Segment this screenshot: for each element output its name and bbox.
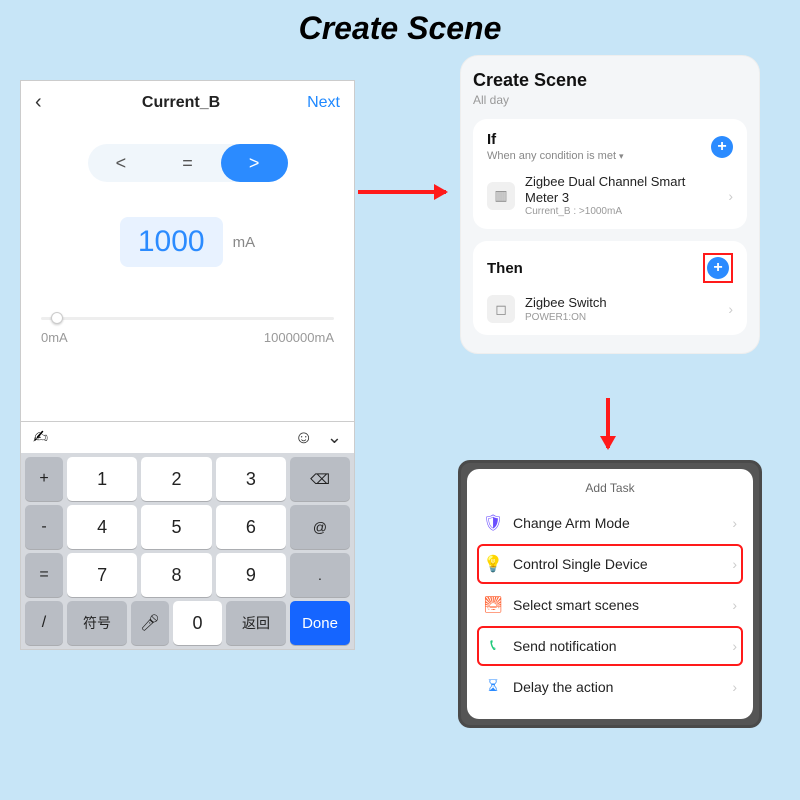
key-9[interactable]: 9 bbox=[216, 553, 286, 597]
key-symbols[interactable]: 符号 bbox=[67, 601, 127, 645]
condition-device-state: Current_B : >1000mA bbox=[525, 206, 718, 217]
action-device-state: POWER1:ON bbox=[525, 312, 718, 323]
key-return[interactable]: 返回 bbox=[226, 601, 286, 645]
add-task-title: Add Task bbox=[477, 481, 743, 495]
value-slider[interactable] bbox=[41, 317, 334, 320]
add-action-highlight: + bbox=[703, 253, 733, 283]
meter-icon: ▥ bbox=[487, 182, 515, 210]
add-action-button[interactable]: + bbox=[707, 257, 729, 279]
key-plus[interactable]: + bbox=[25, 457, 63, 501]
next-button[interactable]: Next bbox=[307, 94, 340, 112]
chevron-right-icon: › bbox=[728, 301, 733, 317]
arrow-step2-to-step3 bbox=[606, 398, 610, 448]
key-3[interactable]: 3 bbox=[216, 457, 286, 501]
condition-title: Current_B bbox=[142, 94, 220, 112]
shield-icon: 🛡 bbox=[483, 513, 503, 533]
chevron-right-icon: › bbox=[732, 597, 737, 613]
numeric-keyboard: + 1 2 3 ⌫ - 4 5 6 @ = 7 8 9 . / 符号 🎤︎ 0 … bbox=[21, 453, 354, 649]
chevron-right-icon: › bbox=[728, 188, 733, 204]
add-task-panel: Add Task 🛡 Change Arm Mode › 💡 Control S… bbox=[458, 460, 762, 728]
value-input[interactable]: 1000 bbox=[120, 217, 223, 267]
if-heading: If bbox=[487, 131, 624, 148]
key-8[interactable]: 8 bbox=[141, 553, 211, 597]
key-equals[interactable]: = bbox=[25, 553, 63, 597]
condition-mode-dropdown[interactable]: When any condition is met ▾ bbox=[487, 150, 624, 162]
action-item[interactable]: ◻ Zigbee Switch POWER1:ON › bbox=[487, 295, 733, 323]
scene-title: Create Scene bbox=[473, 70, 747, 91]
key-0[interactable]: 0 bbox=[173, 601, 222, 645]
scene-builder-panel: Create Scene All day If When any conditi… bbox=[460, 55, 760, 354]
collapse-keyboard-icon[interactable]: ⌄ bbox=[327, 427, 342, 448]
bulb-icon: 💡 bbox=[483, 554, 503, 574]
page-title: Create Scene bbox=[0, 10, 800, 47]
handwriting-icon[interactable]: ✍︎ bbox=[33, 427, 48, 448]
condition-device-name: Zigbee Dual Channel Smart Meter 3 bbox=[525, 174, 718, 205]
then-card: Then + ◻ Zigbee Switch POWER1:ON › bbox=[473, 241, 747, 335]
emoji-icon[interactable]: ☺ bbox=[295, 427, 313, 448]
then-heading: Then bbox=[487, 260, 523, 277]
task-select-smart-scenes[interactable]: 🌅︎ Select smart scenes › bbox=[477, 585, 743, 625]
sunrise-icon: 🌅︎ bbox=[483, 595, 503, 615]
chevron-right-icon: › bbox=[732, 556, 737, 572]
key-backspace[interactable]: ⌫ bbox=[290, 457, 350, 501]
hourglass-icon: ⏳︎ bbox=[483, 677, 503, 697]
key-5[interactable]: 5 bbox=[141, 505, 211, 549]
if-card: If When any condition is met ▾ + ▥ Zigbe… bbox=[473, 119, 747, 229]
scene-schedule: All day bbox=[473, 93, 747, 107]
task-delay-action[interactable]: ⏳︎ Delay the action › bbox=[477, 667, 743, 707]
condition-editor-panel: ‹ Current_B Next < = > 1000 mA 0mA 10000… bbox=[20, 80, 355, 650]
key-done[interactable]: Done bbox=[290, 601, 350, 645]
slider-thumb[interactable] bbox=[51, 312, 63, 324]
operator-equals[interactable]: = bbox=[154, 144, 221, 182]
arrow-step1-to-step2 bbox=[358, 190, 446, 194]
chevron-down-icon: ▾ bbox=[619, 151, 624, 162]
operator-greater-than[interactable]: > bbox=[221, 144, 288, 182]
chevron-right-icon: › bbox=[732, 515, 737, 531]
phone-icon: 📞︎ bbox=[483, 636, 503, 656]
key-7[interactable]: 7 bbox=[67, 553, 137, 597]
operator-less-than[interactable]: < bbox=[88, 144, 155, 182]
task-change-arm-mode[interactable]: 🛡 Change Arm Mode › bbox=[477, 503, 743, 543]
chevron-right-icon: › bbox=[732, 679, 737, 695]
slider-max-label: 1000000mA bbox=[264, 330, 334, 345]
switch-icon: ◻ bbox=[487, 295, 515, 323]
key-at[interactable]: @ bbox=[290, 505, 350, 549]
key-mic[interactable]: 🎤︎ bbox=[131, 601, 169, 645]
key-slash[interactable]: / bbox=[25, 601, 63, 645]
value-unit: mA bbox=[233, 234, 256, 251]
slider-min-label: 0mA bbox=[41, 330, 68, 345]
chevron-right-icon: › bbox=[732, 638, 737, 654]
operator-group: < = > bbox=[88, 144, 288, 182]
condition-item[interactable]: ▥ Zigbee Dual Channel Smart Meter 3 Curr… bbox=[487, 174, 733, 217]
action-device-name: Zigbee Switch bbox=[525, 295, 718, 311]
key-2[interactable]: 2 bbox=[141, 457, 211, 501]
add-condition-button[interactable]: + bbox=[711, 136, 733, 158]
key-minus[interactable]: - bbox=[25, 505, 63, 549]
back-button[interactable]: ‹ bbox=[35, 91, 55, 114]
task-control-single-device[interactable]: 💡 Control Single Device › bbox=[477, 544, 743, 584]
key-dot[interactable]: . bbox=[290, 553, 350, 597]
key-6[interactable]: 6 bbox=[216, 505, 286, 549]
task-send-notification[interactable]: 📞︎ Send notification › bbox=[477, 626, 743, 666]
key-1[interactable]: 1 bbox=[67, 457, 137, 501]
key-4[interactable]: 4 bbox=[67, 505, 137, 549]
